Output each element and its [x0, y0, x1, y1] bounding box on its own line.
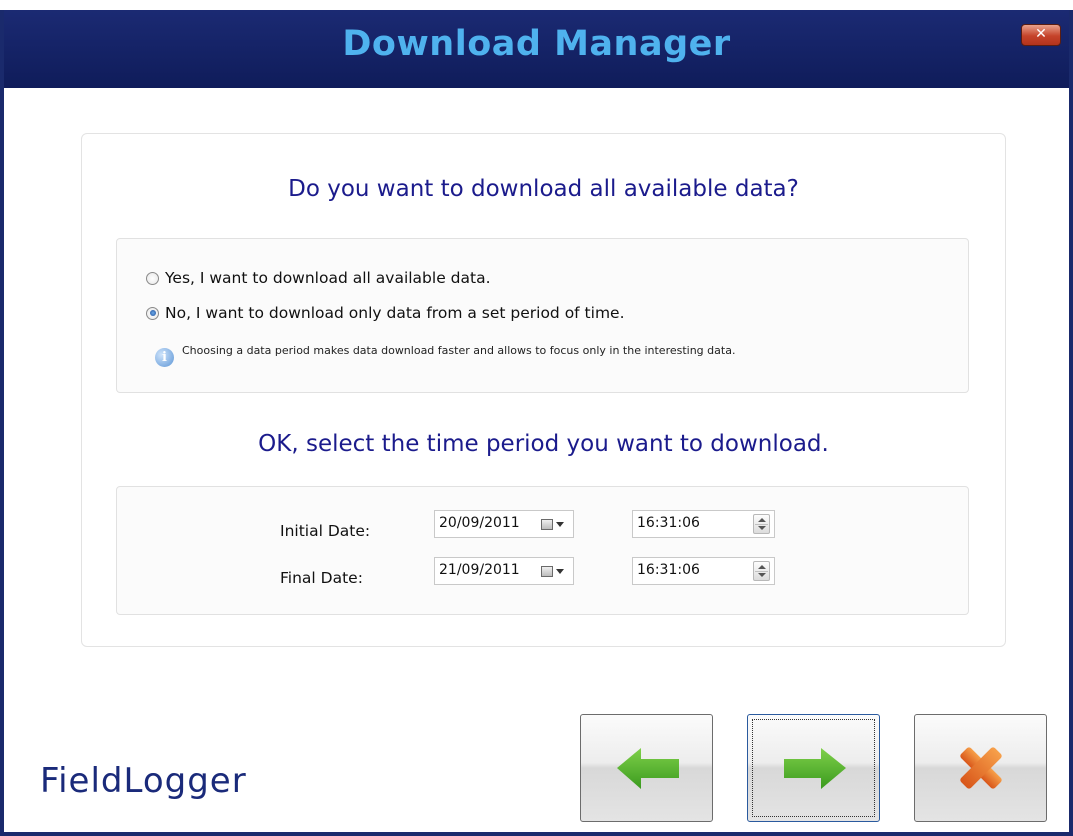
calendar-icon: [541, 565, 553, 577]
fieldlogger-logo: FieldLogger: [40, 761, 247, 801]
chevron-down-icon: [556, 568, 564, 574]
arrow-right-icon: [784, 748, 846, 789]
initial-date-picker[interactable]: 20/09/2011: [434, 510, 574, 538]
content-panel: Do you want to download all available da…: [81, 133, 1006, 647]
download-options-group: Yes, I want to download all available da…: [116, 238, 969, 393]
info-icon: i: [155, 348, 174, 367]
final-time-input[interactable]: 16:31:06: [632, 557, 775, 585]
option-all-data-label: Yes, I want to download all available da…: [165, 269, 491, 287]
screen-top-edge: [0, 0, 1073, 10]
date-range-group: Initial Date: 20/09/2011 16:31:06 Final …: [116, 486, 969, 615]
option-period-data[interactable]: No, I want to download only data from a …: [146, 304, 625, 322]
title-bar: Download Manager ✕: [4, 10, 1069, 88]
final-date-label: Final Date:: [280, 569, 363, 587]
initial-date-value: 20/09/2011: [439, 515, 520, 531]
chevron-down-icon: [556, 521, 564, 527]
calendar-icon: [541, 518, 553, 530]
x-icon: [960, 747, 1002, 789]
final-date-calendar-button[interactable]: [541, 563, 569, 579]
option-period-data-label: No, I want to download only data from a …: [165, 304, 625, 322]
final-date-picker[interactable]: 21/09/2011: [434, 557, 574, 585]
initial-time-spinner[interactable]: [753, 514, 770, 534]
cancel-button[interactable]: [914, 714, 1047, 822]
initial-date-calendar-button[interactable]: [541, 516, 569, 532]
spin-up-icon: [758, 518, 766, 522]
info-note: i Choosing a data period makes data down…: [155, 344, 915, 367]
radio-all-data[interactable]: [146, 271, 159, 285]
final-time-spinner[interactable]: [753, 561, 770, 581]
period-question: OK, select the time period you want to d…: [258, 431, 829, 457]
download-question: Do you want to download all available da…: [288, 176, 799, 202]
final-date-value: 21/09/2011: [439, 562, 520, 578]
back-button[interactable]: [580, 714, 713, 822]
final-time-value: 16:31:06: [637, 562, 700, 578]
option-all-data[interactable]: Yes, I want to download all available da…: [146, 269, 491, 287]
info-text: Choosing a data period makes data downlo…: [182, 344, 736, 357]
next-button[interactable]: [747, 714, 880, 822]
initial-time-value: 16:31:06: [637, 515, 700, 531]
spin-down-icon: [758, 526, 766, 530]
initial-date-label: Initial Date:: [280, 522, 371, 540]
window-title: Download Manager: [342, 24, 731, 64]
spin-up-icon: [758, 565, 766, 569]
spin-down-icon: [758, 573, 766, 577]
radio-period-data[interactable]: [146, 306, 159, 320]
arrow-left-icon: [617, 748, 679, 789]
close-window-button[interactable]: ✕: [1021, 24, 1061, 46]
initial-time-input[interactable]: 16:31:06: [632, 510, 775, 538]
